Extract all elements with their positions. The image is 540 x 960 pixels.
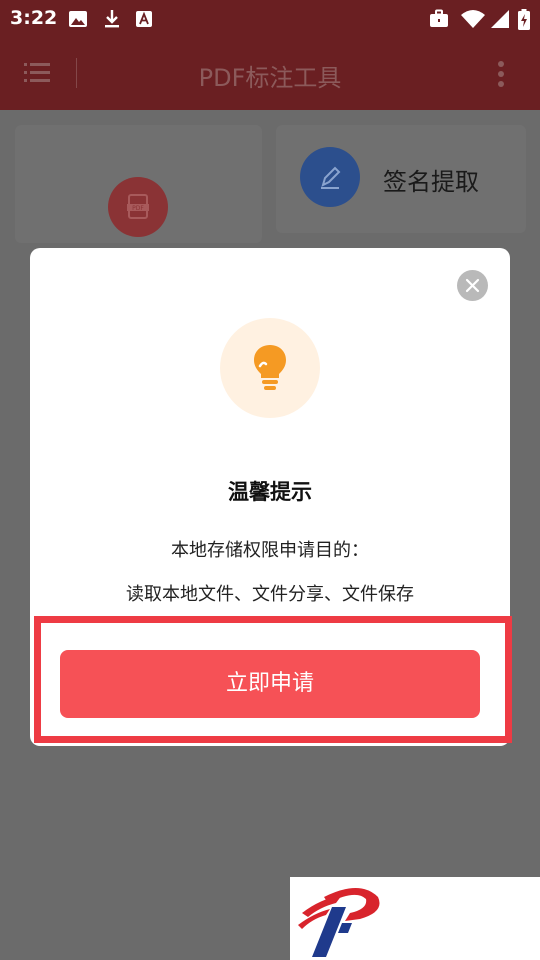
pen-icon — [300, 147, 360, 207]
signature-extract-label: 签名提取 — [383, 168, 479, 196]
status-bar: 3:22 — [0, 0, 540, 36]
watermark — [290, 877, 540, 960]
pdf-tool-card[interactable]: PDF — [15, 125, 262, 243]
app-bar: PDF标注工具 — [0, 36, 540, 110]
battery-charging-icon — [518, 9, 530, 30]
image-icon — [69, 11, 87, 27]
dialog-purpose-heading: 本地存储权限申请目的： — [171, 540, 369, 561]
dialog-title: 温馨提示 — [228, 480, 312, 504]
svg-text:PDF: PDF — [132, 205, 144, 212]
more-vert-icon[interactable] — [494, 60, 508, 88]
pdf-file-icon: PDF — [108, 177, 168, 237]
status-time: 3:22 — [10, 7, 58, 29]
app-title: PDF标注工具 — [198, 64, 342, 92]
lightbulb-icon — [220, 318, 320, 418]
signature-extract-card[interactable]: 签名提取 — [276, 125, 526, 233]
p-logo-icon — [298, 888, 380, 957]
wifi-icon — [461, 10, 485, 28]
briefcase-icon — [430, 9, 448, 27]
apply-now-button[interactable]: 立即申请 — [60, 650, 480, 718]
close-icon — [465, 278, 480, 293]
signal-icon — [491, 10, 509, 28]
dialog-purpose-text: 读取本地文件、文件分享、文件保存 — [126, 584, 414, 605]
close-button[interactable] — [457, 270, 488, 301]
download-icon — [105, 10, 119, 28]
a-badge-icon — [136, 11, 152, 27]
